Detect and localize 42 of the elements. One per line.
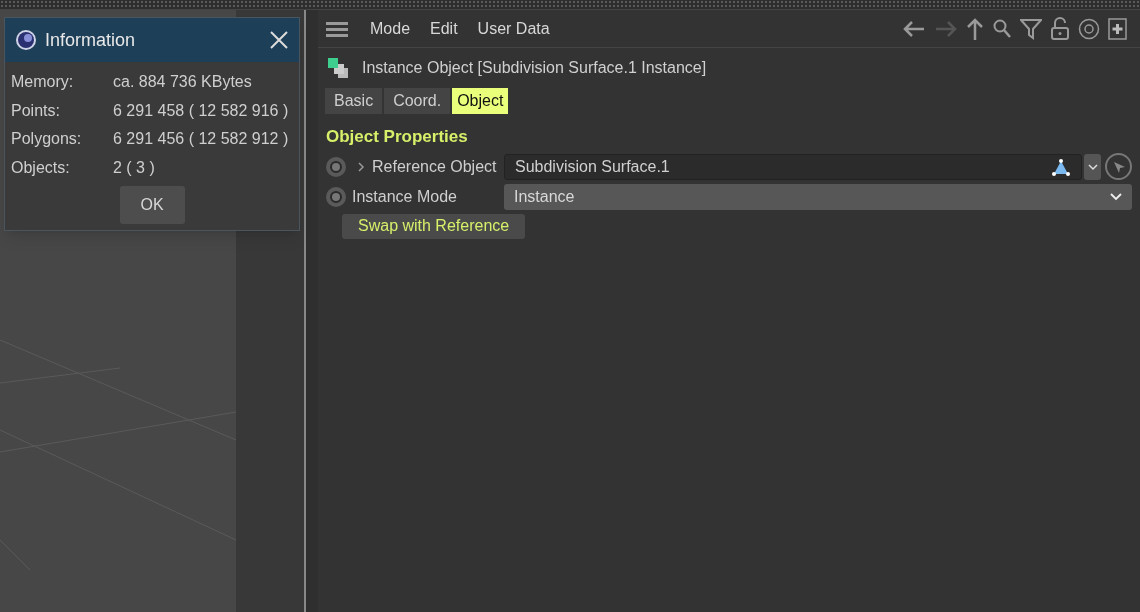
- info-label: Objects:: [11, 157, 71, 178]
- up-arrow-icon[interactable]: [966, 16, 984, 41]
- tab[interactable]: Object: [452, 88, 509, 114]
- menu-item[interactable]: User Data: [477, 16, 550, 41]
- search-icon[interactable]: [992, 17, 1012, 40]
- chevron-down-icon: [1110, 192, 1122, 201]
- object-title: Instance Object [Subdivision Surface.1 Instance]: [362, 58, 707, 78]
- menu-icon[interactable]: [326, 19, 350, 38]
- chevron-down-icon: [1087, 162, 1098, 171]
- menu-item[interactable]: Mode: [370, 16, 411, 41]
- new-panel-icon[interactable]: [1108, 17, 1128, 40]
- triangle-object-icon: [1051, 157, 1071, 176]
- back-arrow-icon[interactable]: [902, 18, 926, 39]
- target-icon[interactable]: [1078, 17, 1100, 40]
- expand-chevron-icon[interactable]: [356, 160, 366, 173]
- tab[interactable]: Coord.: [384, 88, 451, 114]
- swap-button[interactable]: Swap with Reference: [342, 213, 526, 239]
- menu-item[interactable]: Edit: [430, 16, 458, 41]
- info-label: Memory:: [11, 72, 75, 93]
- field-label: Reference Object: [372, 156, 497, 177]
- lock-icon[interactable]: [1050, 16, 1070, 41]
- info-label: Polygons:: [11, 129, 83, 150]
- info-label: Points:: [11, 100, 61, 121]
- dialog-title: Information: [45, 28, 136, 52]
- close-icon[interactable]: [269, 30, 289, 50]
- link-field[interactable]: Subdivision Surface.1: [504, 153, 1082, 180]
- info-value: ca. 884 736 KBytes: [113, 72, 252, 93]
- app-logo-icon: [15, 29, 37, 51]
- mode-dropdown[interactable]: Instance: [504, 183, 1132, 210]
- info-value: 2 ( 3 ): [113, 157, 155, 178]
- section-heading: Object Properties: [325, 126, 469, 148]
- filter-icon[interactable]: [1020, 17, 1042, 40]
- info-value: 6 291 456 ( 12 582 912 ): [113, 129, 289, 150]
- animate-toggle[interactable]: [326, 156, 346, 177]
- info-value: 6 291 458 ( 12 582 916 ): [113, 100, 289, 121]
- tab[interactable]: Basic: [325, 88, 383, 114]
- cursor-icon: [1111, 159, 1126, 174]
- pick-button[interactable]: [1105, 153, 1132, 180]
- animate-toggle[interactable]: [326, 186, 346, 207]
- ok-button[interactable]: OK: [119, 186, 185, 224]
- dropdown-button[interactable]: [1084, 153, 1101, 180]
- field-label: Instance Mode: [352, 186, 457, 207]
